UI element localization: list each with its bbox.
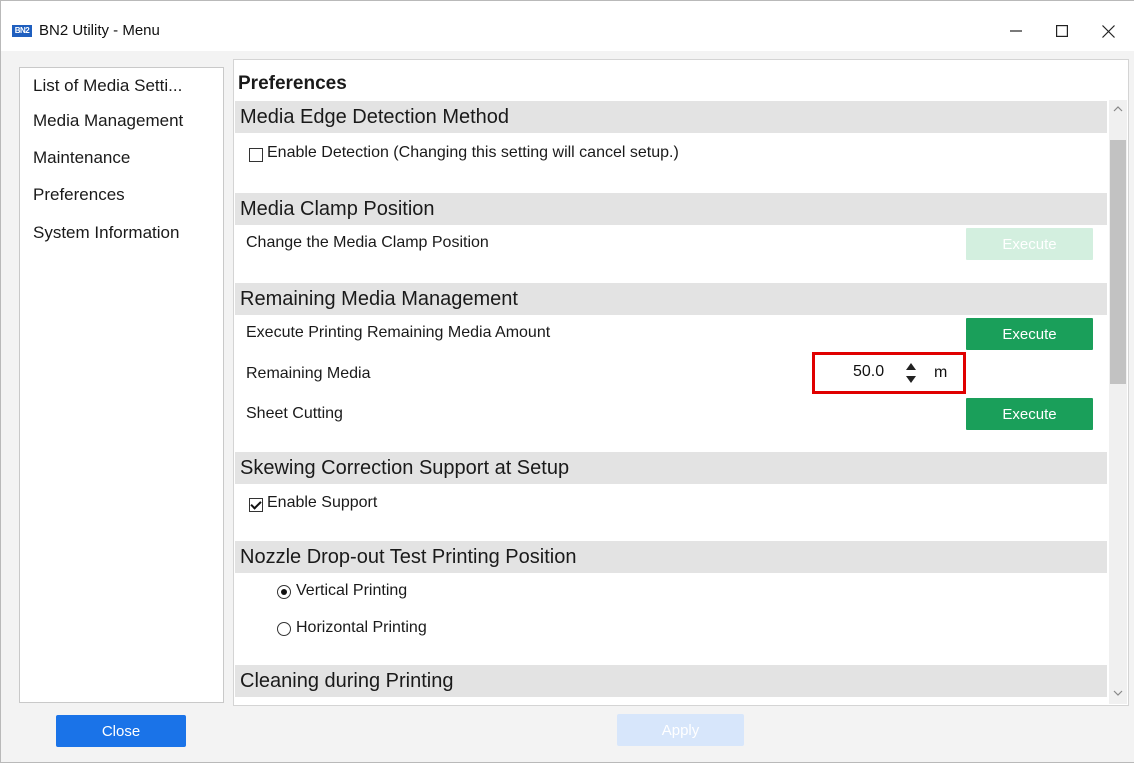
section-title: Nozzle Drop-out Test Printing Position	[240, 546, 577, 568]
section-header-edge-detection: Media Edge Detection Method	[235, 101, 1107, 133]
close-icon	[1101, 24, 1115, 38]
minimize-icon	[1010, 30, 1022, 32]
section-title: Skewing Correction Support at Setup	[240, 457, 570, 479]
sidebar-item-list-of-media-settings[interactable]: List of Media Setti...	[33, 76, 182, 96]
scroll-down-icon[interactable]	[1113, 688, 1123, 698]
close-window-button[interactable]	[1085, 11, 1131, 51]
horizontal-printing-radio[interactable]	[277, 622, 291, 636]
maximize-icon	[1056, 25, 1068, 37]
preferences-panel: Preferences Media Edge Detection Method …	[233, 59, 1129, 706]
app-logo-icon: BN2	[12, 25, 32, 37]
remaining-media-stepper[interactable]: 50.0 m	[812, 352, 966, 394]
scroll-up-icon[interactable]	[1113, 104, 1123, 114]
section-title: Media Clamp Position	[240, 198, 435, 220]
clamp-execute-button[interactable]: Execute	[966, 228, 1093, 260]
vertical-scrollbar[interactable]	[1109, 100, 1127, 704]
section-header-clamp-position: Media Clamp Position	[235, 193, 1107, 225]
remaining-media-label: Remaining Media	[246, 365, 371, 382]
vertical-printing-radio[interactable]	[277, 585, 291, 599]
spin-arrows-icon[interactable]	[905, 361, 917, 385]
section-header-nozzle-test: Nozzle Drop-out Test Printing Position	[235, 541, 1107, 573]
scroll-thumb[interactable]	[1110, 140, 1126, 384]
sheet-cutting-execute-button[interactable]: Execute	[966, 398, 1093, 430]
sheet-cutting-label: Sheet Cutting	[246, 405, 343, 422]
enable-support-label: Enable Support	[267, 494, 378, 511]
sidebar-item-preferences[interactable]: Preferences	[33, 185, 125, 205]
sidebar-item-media-management[interactable]: Media Management	[33, 111, 183, 131]
page-title: Preferences	[238, 73, 347, 94]
section-title: Media Edge Detection Method	[240, 106, 510, 128]
title-bar: BN2 BN2 Utility - Menu	[1, 1, 1134, 51]
section-header-remaining-media: Remaining Media Management	[235, 283, 1107, 315]
window-title: BN2 Utility - Menu	[39, 22, 160, 39]
horizontal-printing-label: Horizontal Printing	[296, 619, 427, 636]
section-title: Remaining Media Management	[240, 288, 518, 310]
vertical-printing-label: Vertical Printing	[296, 582, 408, 599]
section-header-cleaning: Cleaning during Printing	[235, 665, 1107, 697]
print-remaining-execute-button[interactable]: Execute	[966, 318, 1093, 350]
sidebar-nav: List of Media Setti... Media Management …	[19, 67, 224, 703]
section-header-skewing: Skewing Correction Support at Setup	[235, 452, 1107, 484]
sidebar-item-system-information[interactable]: System Information	[33, 223, 179, 243]
app-window: BN2 BN2 Utility - Menu List of Media Set…	[0, 0, 1134, 763]
close-button[interactable]: Close	[56, 715, 186, 747]
remaining-media-value[interactable]: 50.0	[853, 363, 884, 381]
maximize-button[interactable]	[1039, 11, 1085, 51]
enable-support-checkbox[interactable]	[249, 498, 263, 512]
change-clamp-position-label: Change the Media Clamp Position	[246, 234, 489, 251]
enable-detection-label: Enable Detection (Changing this setting …	[267, 144, 679, 161]
section-title: Cleaning during Printing	[240, 670, 454, 692]
sidebar-item-maintenance[interactable]: Maintenance	[33, 148, 130, 168]
minimize-button[interactable]	[993, 11, 1039, 51]
print-remaining-media-label: Execute Printing Remaining Media Amount	[246, 324, 551, 341]
enable-detection-checkbox[interactable]	[249, 148, 263, 162]
apply-button[interactable]: Apply	[617, 714, 744, 746]
remaining-media-unit: m	[934, 364, 948, 381]
